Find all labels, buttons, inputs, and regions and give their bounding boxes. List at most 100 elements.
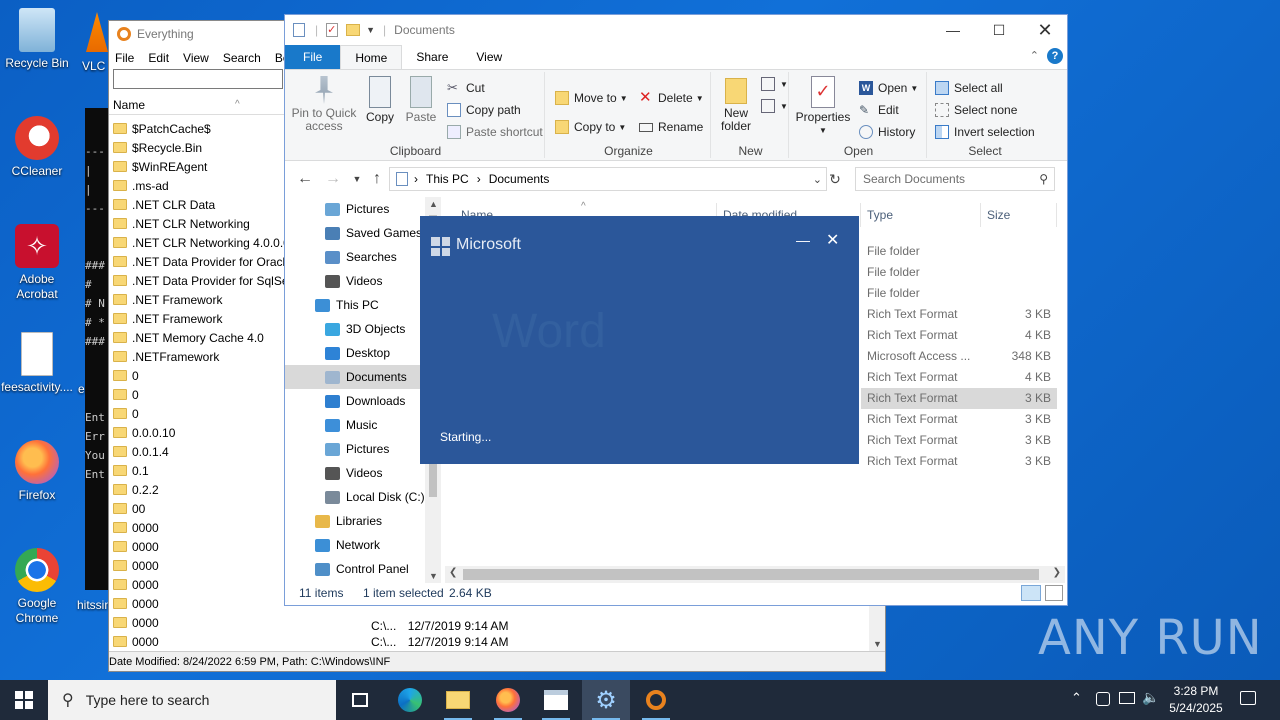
edit-button[interactable]: ✎ Edit xyxy=(859,100,899,120)
file-row[interactable]: Microsoft Access ... 348 KB xyxy=(861,346,1057,367)
invert-selection-button[interactable]: Invert selection xyxy=(935,122,1035,142)
nav-item[interactable]: Libraries xyxy=(285,509,425,533)
taskbar-firefox[interactable] xyxy=(484,680,532,720)
nav-item[interactable]: Downloads xyxy=(285,389,425,413)
new-item-button[interactable]: ▼ xyxy=(761,74,788,94)
nav-item[interactable]: Network xyxy=(285,533,425,557)
everything-result-row[interactable]: 0000 xyxy=(113,594,159,613)
column-header-size[interactable]: Size xyxy=(981,203,1057,227)
taskbar-cmd[interactable] xyxy=(532,680,580,720)
everything-result-row[interactable]: 0.0.1.4 xyxy=(113,442,169,461)
paste-button[interactable]: Paste xyxy=(401,76,441,124)
new-folder-button[interactable]: New folder xyxy=(715,78,757,133)
nav-item[interactable]: Documents xyxy=(285,365,421,389)
forward-button[interactable]: → xyxy=(323,169,343,189)
horizontal-scroll-thumb[interactable] xyxy=(463,569,1039,580)
nav-item[interactable]: This PC xyxy=(285,293,425,317)
volume-tray-icon[interactable]: 🔈 xyxy=(1142,689,1159,706)
open-button[interactable]: W Open ▼ xyxy=(859,78,918,98)
nav-item[interactable]: Local Disk (C:) xyxy=(285,485,425,509)
nav-item[interactable]: Videos xyxy=(285,269,425,293)
menu-edit[interactable]: Edit xyxy=(148,51,169,65)
recent-locations-button[interactable]: ▼ xyxy=(347,169,367,189)
network-tray-icon[interactable] xyxy=(1119,692,1135,704)
collapse-ribbon-icon[interactable]: ⌃ xyxy=(1030,49,1039,62)
console-window[interactable]: --- | | --- ### # # N # * ### Ent Err You Ent xyxy=(85,108,109,590)
explorer-titlebar[interactable]: | ✓ ▼ | Documents — ☐ ✕ xyxy=(285,15,1067,45)
everything-result-row[interactable]: .NET Data Provider for SqlServ xyxy=(113,271,299,290)
everything-result-row[interactable]: $WinREAgent xyxy=(113,157,207,176)
everything-result-row[interactable]: 0000 xyxy=(113,556,159,575)
file-row[interactable]: Rich Text Format 4 KB xyxy=(861,367,1057,388)
tab-home[interactable]: Home xyxy=(340,45,403,69)
desktop-icon-adobe-acrobat[interactable]: ✧ Adobe Acrobat xyxy=(1,224,73,302)
pin-quick-access-button[interactable]: Pin to Quick access xyxy=(289,76,359,133)
properties-button[interactable]: ✓ Properties ▼ xyxy=(795,76,851,137)
everything-result-row[interactable]: 0000 xyxy=(113,613,159,632)
everything-result-row[interactable]: 0.1 xyxy=(113,461,149,480)
file-row[interactable]: File folder xyxy=(861,283,1057,304)
desktop-icon-recycle-bin[interactable]: Recycle Bin xyxy=(1,8,73,71)
back-button[interactable]: ← xyxy=(295,169,315,189)
everything-bottom-row[interactable]: C:\... 12/7/2019 9:14 AM xyxy=(371,619,508,633)
show-hidden-icons-button[interactable]: ⌃ xyxy=(1071,690,1082,706)
everything-result-row[interactable]: .NET Framework xyxy=(113,309,222,328)
file-row[interactable]: Rich Text Format 3 KB xyxy=(861,304,1057,325)
large-icons-view-button[interactable] xyxy=(1045,585,1063,601)
everything-column-name[interactable]: Name ^ xyxy=(109,95,284,115)
file-row[interactable]: Rich Text Format 3 KB xyxy=(861,430,1057,451)
menu-file[interactable]: File xyxy=(115,51,134,65)
everything-result-row[interactable]: 0000 xyxy=(113,518,159,537)
paste-shortcut-button[interactable]: Paste shortcut xyxy=(447,122,543,142)
nav-item[interactable]: Pictures xyxy=(285,197,425,221)
tab-view[interactable]: View xyxy=(462,45,516,69)
splash-close-button[interactable]: ✕ xyxy=(826,230,839,250)
everything-result-row[interactable]: .NET CLR Data xyxy=(113,195,215,214)
everything-result-row[interactable]: .NETFramework xyxy=(113,347,219,366)
address-dropdown-icon[interactable]: ⌄ xyxy=(813,173,822,186)
taskbar-everything[interactable] xyxy=(632,680,680,720)
everything-bottom-row[interactable]: C:\... 12/7/2019 9:14 AM xyxy=(371,635,508,649)
move-to-button[interactable]: Move to ▼ xyxy=(555,88,628,108)
maximize-button[interactable]: ☐ xyxy=(976,15,1022,45)
nav-item[interactable]: Saved Games xyxy=(285,221,425,245)
up-button[interactable]: ↑ xyxy=(367,169,387,189)
file-row[interactable]: File folder xyxy=(861,262,1057,283)
everything-result-row[interactable]: .NET Framework xyxy=(113,290,222,309)
word-splash-screen[interactable]: Microsoft — ✕ Word Starting... xyxy=(420,216,859,464)
refresh-button[interactable]: ↻ xyxy=(825,169,845,189)
select-none-button[interactable]: Select none xyxy=(935,100,1017,120)
everything-scrollbar[interactable]: ▼ xyxy=(869,601,885,651)
copy-button[interactable]: Copy xyxy=(361,76,399,124)
nav-item[interactable]: Desktop xyxy=(285,341,425,365)
taskbar-edge[interactable] xyxy=(386,680,434,720)
everything-result-row[interactable]: 0000 xyxy=(113,537,159,556)
everything-result-row[interactable]: 0 xyxy=(113,366,139,385)
tab-share[interactable]: Share xyxy=(402,45,462,69)
nav-item[interactable]: Searches xyxy=(285,245,425,269)
task-view-button[interactable] xyxy=(336,680,384,720)
menu-search[interactable]: Search xyxy=(223,51,261,65)
details-view-button[interactable] xyxy=(1021,585,1041,601)
everything-result-row[interactable]: 0000 xyxy=(113,632,159,651)
everything-result-row[interactable]: 0.2.2 xyxy=(113,480,159,499)
breadcrumb-this-pc[interactable]: This PC xyxy=(426,172,469,186)
checkmark-qat-icon[interactable]: ✓ xyxy=(326,23,339,37)
select-all-button[interactable]: Select all xyxy=(935,78,1003,98)
new-folder-qat-icon[interactable] xyxy=(346,24,361,36)
delete-button[interactable]: ✕ Delete ▼ xyxy=(639,88,704,108)
desktop-icon-feesactivity[interactable]: feesactivity.... xyxy=(1,332,73,395)
file-row[interactable]: Rich Text Format 3 KB xyxy=(861,388,1057,409)
everything-result-row[interactable]: $Recycle.Bin xyxy=(113,138,202,157)
nav-item[interactable]: Music xyxy=(285,413,425,437)
everything-result-row[interactable]: 00 xyxy=(113,499,145,518)
search-documents-input[interactable]: Search Documents ⚲ xyxy=(855,167,1055,191)
everything-result-row[interactable]: .NET CLR Networking 4.0.0.0 xyxy=(113,233,290,252)
taskbar-search-box[interactable]: ⚲ Type here to search xyxy=(48,680,336,720)
breadcrumb-documents[interactable]: Documents xyxy=(489,172,550,186)
everything-result-row[interactable]: 0 xyxy=(113,404,139,423)
everything-result-row[interactable]: .NET Data Provider for Oracle xyxy=(113,252,292,271)
nav-item[interactable]: Pictures xyxy=(285,437,425,461)
nav-item[interactable]: 3D Objects xyxy=(285,317,425,341)
close-button[interactable]: ✕ xyxy=(1022,15,1068,45)
